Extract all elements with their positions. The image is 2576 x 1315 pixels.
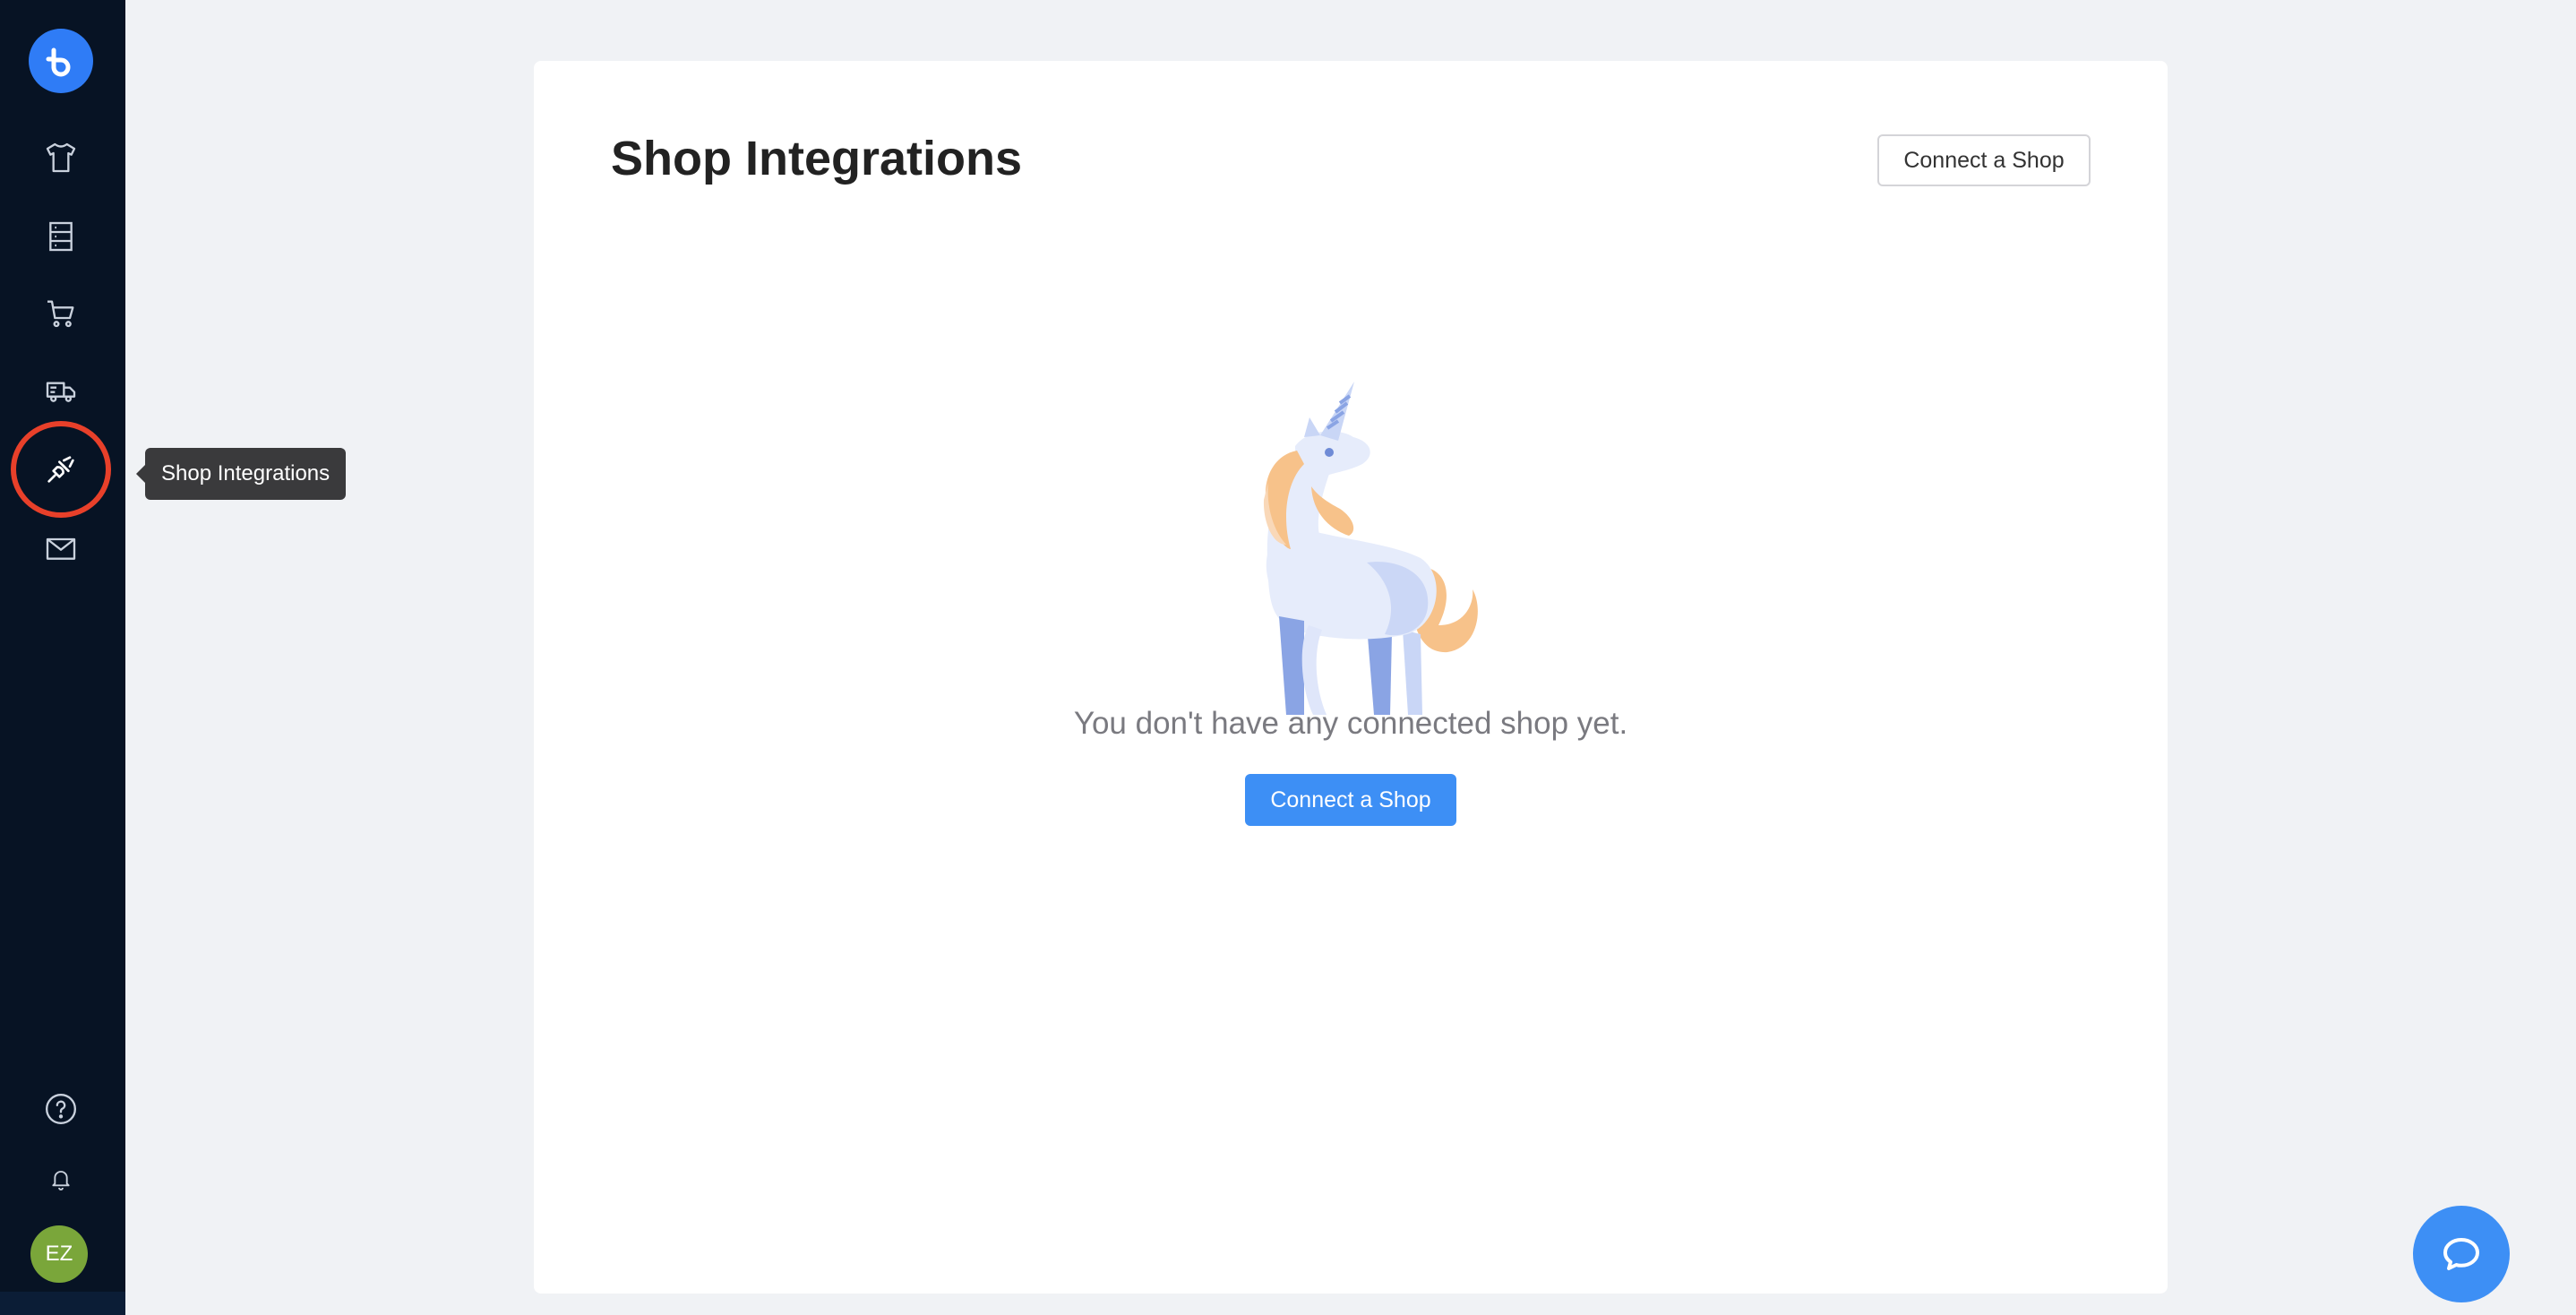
plug-icon bbox=[47, 456, 74, 483]
connect-shop-button[interactable]: Connect a Shop bbox=[1245, 774, 1456, 826]
cart-icon bbox=[47, 300, 74, 328]
sidebar-footer-strip bbox=[0, 1292, 125, 1315]
sidebar-item-cart[interactable] bbox=[36, 288, 86, 339]
unicorn-illustration bbox=[1263, 382, 1478, 715]
page-title: Shop Integrations bbox=[611, 132, 1022, 185]
empty-state-message: You don't have any connected shop yet. bbox=[1073, 706, 1628, 741]
tshirt-icon bbox=[46, 142, 76, 173]
mail-icon bbox=[46, 537, 76, 560]
sidebar-item-shipping[interactable] bbox=[36, 365, 86, 416]
truck-icon bbox=[46, 382, 76, 402]
avatar[interactable]: EZ bbox=[30, 1225, 88, 1283]
question-icon bbox=[46, 1094, 76, 1124]
chat-launcher-button[interactable] bbox=[2413, 1206, 2510, 1302]
bell-icon bbox=[52, 1171, 70, 1190]
sidebar-item-products[interactable] bbox=[36, 133, 86, 183]
sidebar-item-orders[interactable] bbox=[36, 211, 86, 262]
sidebar-item-messages[interactable] bbox=[36, 523, 86, 573]
sidebar-item-help[interactable] bbox=[36, 1084, 86, 1134]
main-card: Shop Integrations Connect a Shop You don… bbox=[534, 61, 2168, 1294]
sidebar-item-notifications[interactable] bbox=[36, 1154, 86, 1204]
brand-logo-icon[interactable] bbox=[29, 29, 93, 93]
tooltip-shop-integrations: Shop Integrations bbox=[135, 448, 347, 500]
connect-shop-header-button[interactable]: Connect a Shop bbox=[1877, 134, 2091, 186]
chat-bubble-icon bbox=[2443, 1238, 2479, 1270]
sidebar: EZ bbox=[0, 0, 125, 1315]
sidebar-item-shop-integrations[interactable] bbox=[36, 444, 86, 494]
list-icon bbox=[49, 221, 73, 252]
